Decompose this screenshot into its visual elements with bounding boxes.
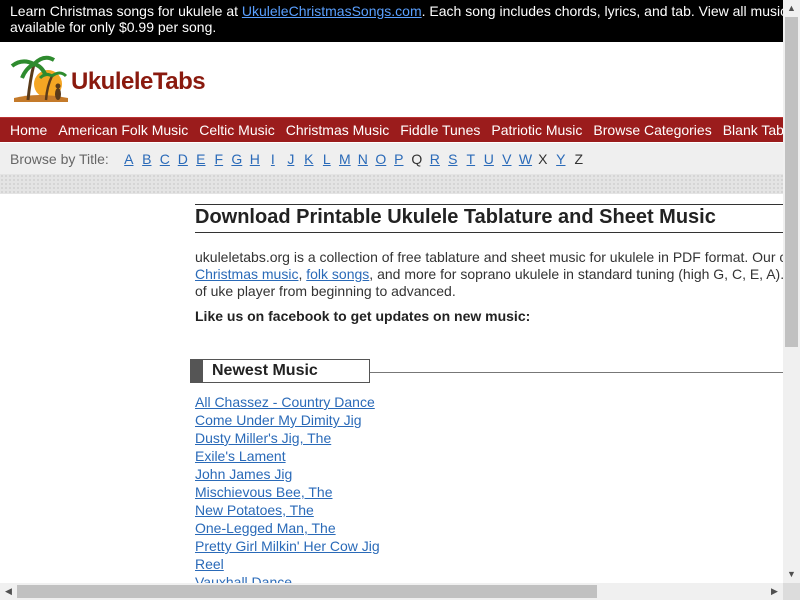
- scroll-right-arrow-icon[interactable]: ▶: [766, 583, 783, 600]
- song-link[interactable]: Dusty Miller's Jig, The: [195, 430, 331, 446]
- newest-rule: [370, 372, 783, 373]
- song-link[interactable]: All Chassez - Country Dance: [195, 394, 375, 410]
- site-header: UkuleleTabs: [0, 42, 783, 117]
- list-item: Reel: [195, 555, 380, 573]
- letter-s[interactable]: S: [447, 151, 459, 167]
- intro-line-3: of uke player from beginning to advanced…: [195, 283, 456, 299]
- newest-song-list: All Chassez - Country Dance Come Under My…: [195, 393, 380, 583]
- list-item: Mischievous Bee, The: [195, 483, 380, 501]
- logo-word-1: Ukulele: [71, 68, 153, 95]
- banner-text-after: . Each song includes chords, lyrics, and…: [421, 3, 783, 19]
- nav-blank-tablature[interactable]: Blank Tablature: [718, 118, 783, 142]
- nav-home[interactable]: Home: [0, 118, 52, 142]
- horizontal-scrollbar[interactable]: ◀ ▶: [0, 583, 783, 600]
- intro-line-2-rest: , and more for soprano ukulele in standa…: [369, 266, 783, 282]
- letter-w[interactable]: W: [519, 151, 532, 167]
- letter-t[interactable]: T: [465, 151, 477, 167]
- list-item: One-Legged Man, The: [195, 519, 380, 537]
- letter-x: X: [538, 151, 548, 167]
- list-item: All Chassez - Country Dance: [195, 393, 380, 411]
- scroll-down-arrow-icon[interactable]: ▼: [783, 566, 800, 583]
- scroll-up-arrow-icon[interactable]: ▲: [783, 0, 800, 17]
- song-link[interactable]: John James Jig: [195, 466, 292, 482]
- list-item: Come Under My Dimity Jig: [195, 411, 380, 429]
- promo-banner: Learn Christmas songs for ukulele at Uku…: [0, 0, 783, 42]
- letter-b[interactable]: B: [141, 151, 153, 167]
- song-link[interactable]: New Potatoes, The: [195, 502, 314, 518]
- letter-f[interactable]: F: [213, 151, 225, 167]
- browser-viewport: Learn Christmas songs for ukulele at Uku…: [0, 0, 783, 583]
- letter-a[interactable]: A: [123, 151, 135, 167]
- decorative-divider: [0, 174, 783, 194]
- christmas-music-link[interactable]: Christmas music: [195, 266, 298, 282]
- letter-n[interactable]: N: [357, 151, 369, 167]
- nav-fiddle-tunes[interactable]: Fiddle Tunes: [395, 118, 485, 142]
- folk-songs-link[interactable]: folk songs: [306, 266, 369, 282]
- letter-z: Z: [574, 151, 584, 167]
- letter-h[interactable]: H: [249, 151, 261, 167]
- site-logo[interactable]: UkuleleTabs: [8, 50, 206, 106]
- banner-text-before: Learn Christmas songs for ukulele at: [10, 3, 242, 19]
- nav-american-folk-music[interactable]: American Folk Music: [53, 118, 193, 142]
- list-item: John James Jig: [195, 465, 380, 483]
- nav-celtic-music[interactable]: Celtic Music: [194, 118, 279, 142]
- letter-c[interactable]: C: [159, 151, 171, 167]
- newest-music-heading: Newest Music: [190, 359, 370, 383]
- letter-v[interactable]: V: [501, 151, 513, 167]
- letter-y[interactable]: Y: [555, 151, 567, 167]
- vertical-scroll-thumb[interactable]: [785, 17, 798, 347]
- vertical-scrollbar[interactable]: ▲ ▼: [783, 0, 800, 583]
- letter-o[interactable]: O: [375, 151, 387, 167]
- song-link[interactable]: Pretty Girl Milkin' Her Cow Jig: [195, 538, 380, 554]
- song-link[interactable]: Mischievous Bee, The: [195, 484, 332, 500]
- horizontal-scroll-thumb[interactable]: [17, 585, 597, 598]
- letter-index: ABCDEFGHIJKLMNOPQRSTUVWXYZ: [123, 151, 591, 167]
- letter-l[interactable]: L: [321, 151, 333, 167]
- letter-p[interactable]: P: [393, 151, 405, 167]
- nav-christmas-music[interactable]: Christmas Music: [281, 118, 394, 142]
- logo-word-2: Tabs: [152, 68, 206, 95]
- banner-line-2: available for only $0.99 per song.: [10, 19, 217, 35]
- list-item: Dusty Miller's Jig, The: [195, 429, 380, 447]
- song-link[interactable]: One-Legged Man, The: [195, 520, 336, 536]
- main-nav: Home American Folk Music Celtic Music Chris…: [0, 117, 783, 142]
- letter-m[interactable]: M: [339, 151, 351, 167]
- nav-browse-categories[interactable]: Browse Categories: [588, 118, 716, 142]
- intro-line-1: ukuleletabs.org is a collection of free …: [195, 249, 783, 265]
- facebook-prompt: Like us on facebook to get updates on ne…: [195, 308, 531, 324]
- letter-g[interactable]: G: [231, 151, 243, 167]
- browse-by-title-bar: Browse by Title: A B C D E F G H I J K L M N O P Q R S T U V W X…: [0, 143, 783, 174]
- letter-j[interactable]: J: [285, 151, 297, 167]
- song-link[interactable]: Come Under My Dimity Jig: [195, 412, 361, 428]
- page-title: Download Printable Ukulele Tablature and…: [195, 206, 716, 228]
- intro-paragraph: ukuleletabs.org is a collection of free …: [195, 249, 783, 300]
- browse-label: Browse by Title:: [10, 151, 109, 167]
- palm-tree-icon: [10, 55, 68, 102]
- song-link[interactable]: Reel: [195, 556, 224, 572]
- nav-patriotic-music[interactable]: Patriotic Music: [486, 118, 587, 142]
- list-item: New Potatoes, The: [195, 501, 380, 519]
- list-item: Exile's Lament: [195, 447, 380, 465]
- letter-r[interactable]: R: [429, 151, 441, 167]
- scroll-left-arrow-icon[interactable]: ◀: [0, 583, 17, 600]
- logo-text: UkuleleTabs: [71, 68, 206, 96]
- letter-e[interactable]: E: [195, 151, 207, 167]
- list-item: Vauxhall Dance: [195, 573, 380, 583]
- scrollbar-corner: [783, 583, 800, 600]
- letter-u[interactable]: U: [483, 151, 495, 167]
- song-link[interactable]: Exile's Lament: [195, 448, 286, 464]
- newest-music-title: Newest Music: [212, 362, 318, 379]
- song-link[interactable]: Vauxhall Dance: [195, 574, 292, 583]
- letter-k[interactable]: K: [303, 151, 315, 167]
- heading-bar: [191, 360, 203, 382]
- letter-d[interactable]: D: [177, 151, 189, 167]
- letter-i[interactable]: I: [267, 151, 279, 167]
- letter-q: Q: [411, 151, 423, 167]
- banner-link[interactable]: UkuleleChristmasSongs.com: [242, 3, 422, 19]
- list-item: Pretty Girl Milkin' Her Cow Jig: [195, 537, 380, 555]
- main-content: Download Printable Ukulele Tablature and…: [195, 200, 783, 233]
- title-rule-bottom: [195, 232, 783, 233]
